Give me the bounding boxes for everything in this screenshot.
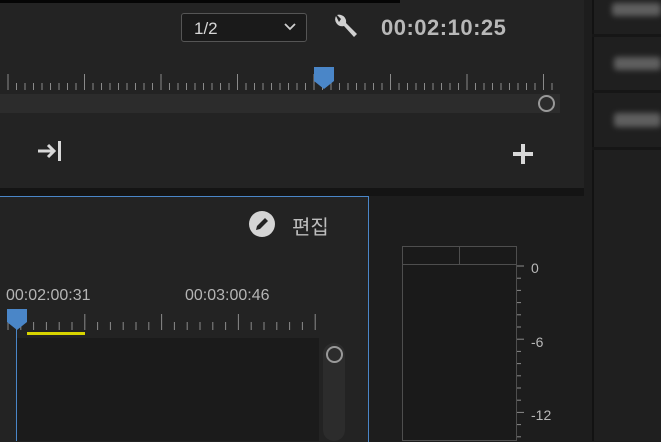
right-panel-divider	[592, 147, 661, 150]
edit-button-label[interactable]: 편집	[292, 211, 329, 240]
program-playhead[interactable]	[314, 67, 335, 91]
db-label: -12	[531, 407, 552, 423]
right-panel-divider	[592, 90, 661, 93]
blurred-item	[614, 57, 661, 70]
resolution-value: 1/2	[194, 19, 218, 38]
db-label: 0	[531, 260, 539, 276]
source-playhead[interactable]	[7, 309, 28, 331]
resolution-dropdown[interactable]: 1/2	[181, 13, 307, 42]
program-time-ruler[interactable]	[0, 66, 560, 96]
work-area-bar[interactable]	[27, 332, 85, 335]
playhead-timecode[interactable]: 00:02:10:25	[381, 15, 506, 41]
playhead-line	[16, 322, 17, 441]
panel-top-edge	[0, 0, 400, 3]
wrench-icon[interactable]	[330, 12, 360, 42]
zoom-scrollbar[interactable]	[0, 94, 560, 113]
track-area[interactable]	[17, 338, 319, 441]
audio-meter	[402, 246, 517, 441]
pencil-circle-icon[interactable]	[248, 210, 276, 238]
ruler-timecode: 00:03:00:46	[185, 287, 270, 304]
plus-icon[interactable]	[512, 143, 534, 165]
zoom-scrollbar-handle[interactable]	[538, 95, 555, 112]
go-to-out-icon[interactable]	[36, 139, 66, 163]
vertical-scrollbar-handle[interactable]	[326, 346, 343, 363]
blurred-item	[614, 113, 661, 127]
meter-scale-ticks	[517, 265, 524, 438]
db-label: -6	[531, 334, 544, 350]
meter-peak-divider	[402, 264, 517, 265]
panel-divider[interactable]	[0, 188, 584, 196]
blurred-item	[612, 3, 661, 16]
right-panel-divider	[592, 34, 661, 37]
chevron-down-icon	[284, 23, 296, 31]
meter-channel-divider	[459, 246, 460, 264]
ruler-timecode: 00:02:00:31	[6, 287, 91, 304]
